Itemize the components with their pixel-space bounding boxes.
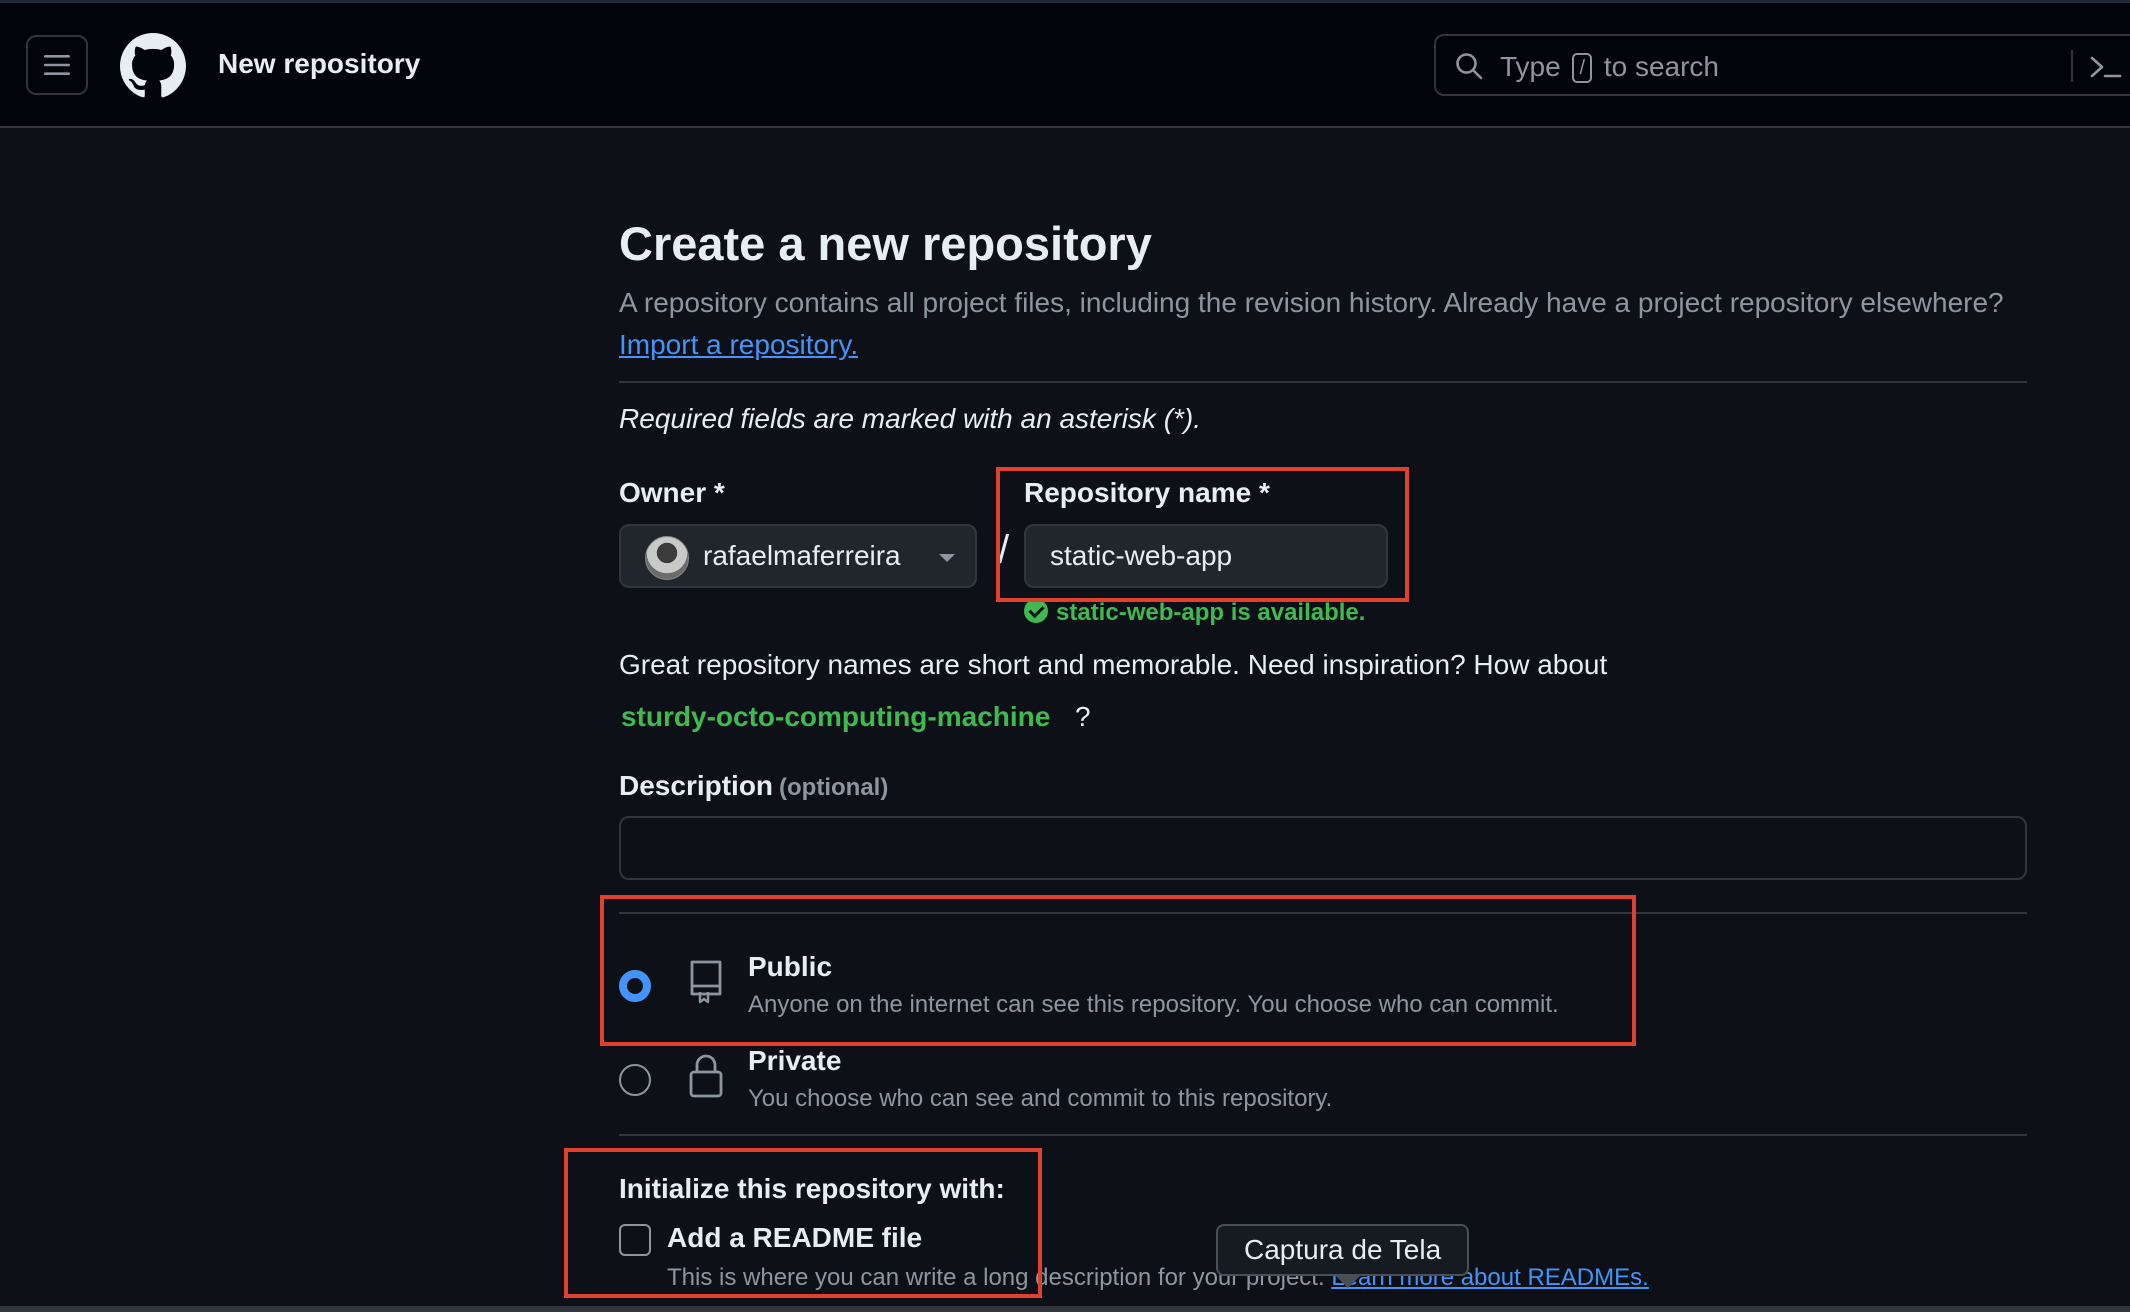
highlight-box-public [600,895,1636,1046]
tooltip-arrow [1334,1274,1362,1288]
check-circle-icon [1024,599,1048,623]
chevron-down-icon [939,554,955,562]
private-radio[interactable] [619,1064,651,1096]
private-description: You choose who can see and commit to thi… [748,1085,1333,1112]
inspiration-text: Great repository names are short and mem… [619,649,1608,680]
top-bar: New repository Type / to search [0,0,2130,128]
screenshot-tooltip: Captura de Tela [1216,1224,1470,1276]
private-title: Private [748,1045,842,1076]
highlight-box-initialize [564,1148,1042,1298]
avatar [645,536,689,580]
command-palette-icon[interactable] [2088,50,2122,84]
search-icon [1456,53,1483,80]
owner-label: Owner * [619,477,725,508]
github-logo-icon[interactable] [120,33,186,99]
search-placeholder-suffix: to search [1603,51,1719,82]
search-placeholder-prefix: Type [1500,51,1561,82]
description-input[interactable] [619,816,2027,880]
description-label-text: Description [619,770,774,801]
page-subtitle: A repository contains all project files,… [619,282,2019,366]
description-label: Description (optional) [619,770,888,802]
hamburger-icon [44,55,70,75]
window-bottom-border [0,1306,2130,1312]
divider [619,381,2027,383]
search-shortcut-key: / [1572,53,1593,83]
lock-icon [689,1054,723,1098]
search-divider [2071,50,2073,82]
search-input[interactable]: Type / to search [1434,34,2130,96]
subtitle-text: A repository contains all project files,… [619,287,2004,318]
page-title-header: New repository [218,48,421,79]
search-placeholder: Type / to search [1500,51,1719,83]
highlight-box-repository-name [996,467,1409,602]
name-suggestion-link[interactable]: sturdy-octo-computing-machine [621,701,1050,733]
required-fields-note: Required fields are marked with an aster… [619,403,1202,434]
hamburger-menu-button[interactable] [26,35,88,95]
availability-text: static-web-app is available. [1056,599,1366,626]
suggestion-suffix: ? [1075,701,1091,732]
availability-message: static-web-app is available. [1024,599,1365,627]
divider [619,1134,2027,1136]
owner-value: rafaelmaferreira [703,540,901,571]
page-heading: Create a new repository [619,217,1152,270]
import-repository-link[interactable]: Import a repository. [619,329,858,360]
description-optional: (optional) [779,774,889,801]
owner-dropdown[interactable]: rafaelmaferreira [619,524,977,588]
